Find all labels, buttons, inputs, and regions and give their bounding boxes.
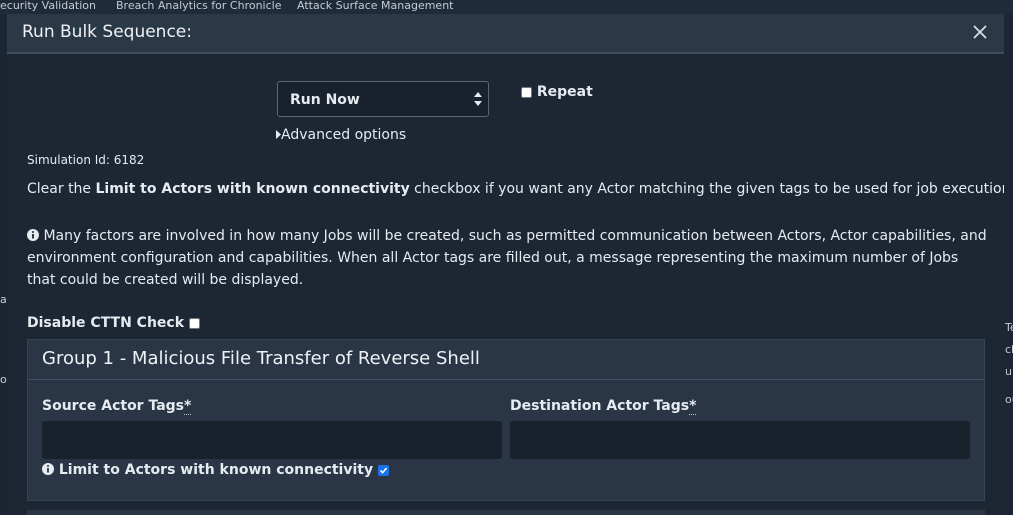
group-title: Group 1 - Malicious File Transfer of Rev… — [42, 348, 480, 369]
destination-label-text: Destination Actor Tags — [510, 398, 690, 414]
info-text: Many factors are involved in how many Jo… — [27, 228, 987, 288]
info-message: Many factors are involved in how many Jo… — [27, 225, 987, 291]
bg-right-text-1: Te — [1005, 321, 1013, 334]
required-mark: * — [689, 398, 697, 415]
disable-cttn-label: Disable CTTN Check — [27, 315, 185, 331]
bg-tab-security-validation[interactable]: ecurity Validation — [0, 0, 96, 12]
destination-actor-tags-input[interactable] — [510, 421, 970, 459]
modal-header: Run Bulk Sequence: — [7, 14, 1004, 54]
bg-right-text-4: ou — [1005, 393, 1013, 406]
group-panel: Group 1 - Malicious File Transfer of Rev… — [27, 339, 985, 501]
modal-title: Run Bulk Sequence: — [22, 22, 192, 42]
bg-right-text-2: ch — [1005, 343, 1013, 356]
advanced-options-label: Advanced options — [281, 127, 407, 143]
source-actor-tags-label: Source Actor Tags* — [42, 398, 192, 415]
info-icon — [27, 228, 39, 244]
clear-instructions: Clear the Limit to Actors with known con… — [27, 181, 1004, 197]
limit-connectivity-label: Limit to Actors with known connectivity — [58, 462, 374, 478]
clear-text-prefix: Clear the — [27, 181, 96, 197]
select-arrows-icon — [474, 91, 482, 111]
repeat-checkbox[interactable] — [521, 86, 532, 98]
repeat-label: Repeat — [536, 84, 593, 100]
destination-actor-tags-label: Destination Actor Tags* — [510, 398, 697, 415]
simulation-id: Simulation Id: 6182 — [27, 153, 145, 167]
clear-text-bold: Limit to Actors with known connectivity — [95, 181, 410, 197]
bg-tab-attack-surface[interactable]: Attack Surface Management — [297, 0, 453, 12]
disable-cttn-option: Disable CTTN Check — [27, 315, 200, 331]
bg-right-text-3: u — [1005, 365, 1012, 378]
limit-connectivity-checkbox[interactable] — [377, 464, 389, 476]
bg-left-text-2: o — [0, 373, 7, 386]
required-mark: * — [184, 398, 192, 415]
run-mode-selected: Run Now — [290, 92, 360, 108]
background-tab-bar: ecurity Validation Breach Analytics for … — [0, 0, 1013, 14]
source-actor-tags-input[interactable] — [42, 421, 502, 459]
run-mode-select[interactable]: Run Now — [277, 81, 489, 117]
next-group-panel-edge — [27, 510, 985, 515]
disable-cttn-checkbox[interactable] — [188, 317, 200, 329]
source-label-text: Source Actor Tags — [42, 398, 185, 414]
info-icon — [42, 462, 54, 478]
repeat-option: Repeat — [521, 84, 593, 100]
advanced-options-toggle[interactable]: Advanced options — [276, 127, 406, 143]
close-icon[interactable] — [970, 21, 990, 43]
run-bulk-sequence-modal: Run Bulk Sequence: Run Now Repeat Advanc… — [7, 14, 1004, 515]
group-header: Group 1 - Malicious File Transfer of Rev… — [28, 340, 984, 380]
limit-connectivity-option: Limit to Actors with known connectivity — [42, 462, 389, 478]
clear-text-suffix: checkbox if you want any Actor matching … — [409, 181, 1004, 197]
bg-tab-breach-analytics[interactable]: Breach Analytics for Chronicle — [116, 0, 281, 12]
